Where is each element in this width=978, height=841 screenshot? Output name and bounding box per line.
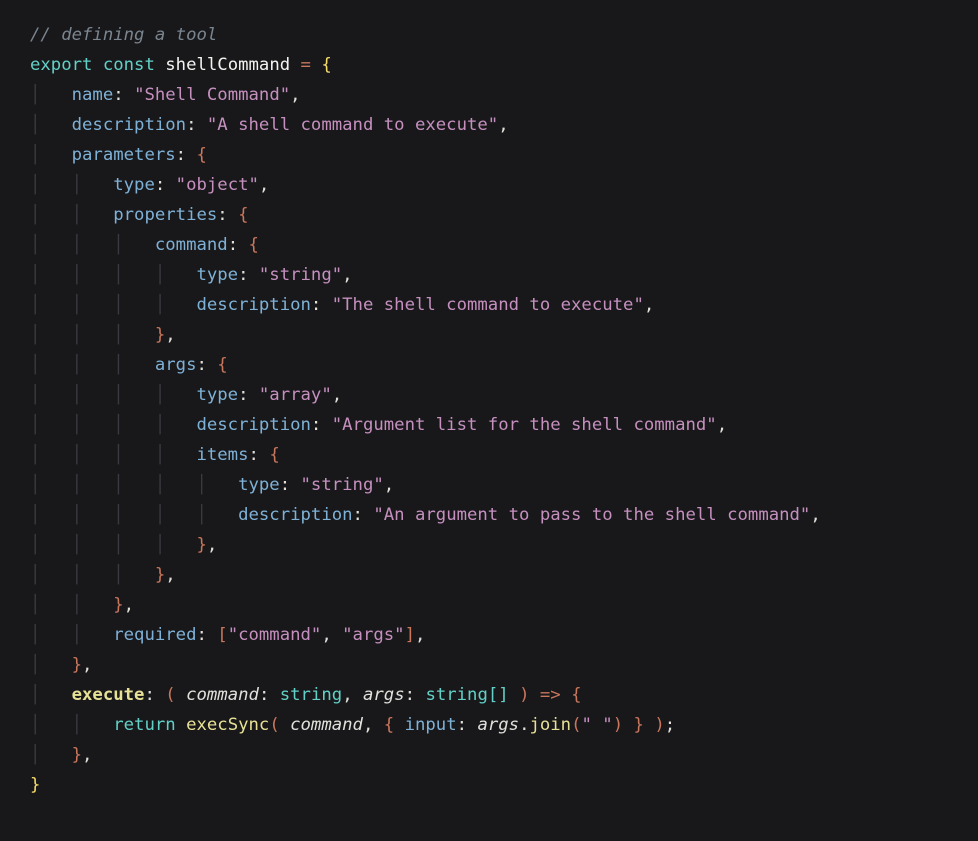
key-description: description <box>196 415 310 435</box>
key-command: command <box>155 235 228 255</box>
keyword-return: return <box>113 715 175 735</box>
type-string: string <box>280 685 342 705</box>
val-description: "A shell command to execute" <box>207 115 498 135</box>
key-execute: execute <box>72 685 145 705</box>
key-type: type <box>113 175 155 195</box>
keyword-const: const <box>103 55 155 75</box>
type-stringarr: string[] <box>425 685 508 705</box>
key-type: type <box>196 265 238 285</box>
key-input: input <box>405 715 457 735</box>
var-name: shellCommand <box>165 55 290 75</box>
key-name: name <box>72 85 114 105</box>
param-args: args <box>363 685 405 705</box>
key-properties: properties <box>113 205 217 225</box>
key-type: type <box>196 385 238 405</box>
key-parameters: parameters <box>72 145 176 165</box>
code-block: // defining a tool export const shellCom… <box>30 25 821 795</box>
val-name: "Shell Command" <box>134 85 290 105</box>
key-required: required <box>113 625 196 645</box>
code-editor[interactable]: // defining a tool export const shellCom… <box>0 0 978 800</box>
comment-line: // defining a tool <box>30 25 217 45</box>
arg-args: args <box>477 715 519 735</box>
param-command: command <box>186 685 259 705</box>
brace-close: } <box>30 775 40 795</box>
val-itemdesc: "An argument to pass to the shell comman… <box>373 505 810 525</box>
key-description: description <box>72 115 186 135</box>
key-type: type <box>238 475 280 495</box>
keyword-export: export <box>30 55 92 75</box>
val-req2: "args" <box>342 625 404 645</box>
val-space: " " <box>582 715 613 735</box>
key-description: description <box>196 295 310 315</box>
fn-execSync: execSync <box>186 715 269 735</box>
val-string: "string" <box>301 475 384 495</box>
val-req1: "command" <box>228 625 322 645</box>
brace-open: { <box>321 55 331 75</box>
val-object: "object" <box>176 175 259 195</box>
fn-join: join <box>529 715 571 735</box>
op-eq: = <box>301 55 311 75</box>
key-items: items <box>196 445 248 465</box>
key-description: description <box>238 505 352 525</box>
val-string: "string" <box>259 265 342 285</box>
val-cmddesc: "The shell command to execute" <box>332 295 644 315</box>
val-argsdesc: "Argument list for the shell command" <box>332 415 717 435</box>
key-args: args <box>155 355 197 375</box>
arg-command: command <box>290 715 363 735</box>
val-array: "array" <box>259 385 332 405</box>
